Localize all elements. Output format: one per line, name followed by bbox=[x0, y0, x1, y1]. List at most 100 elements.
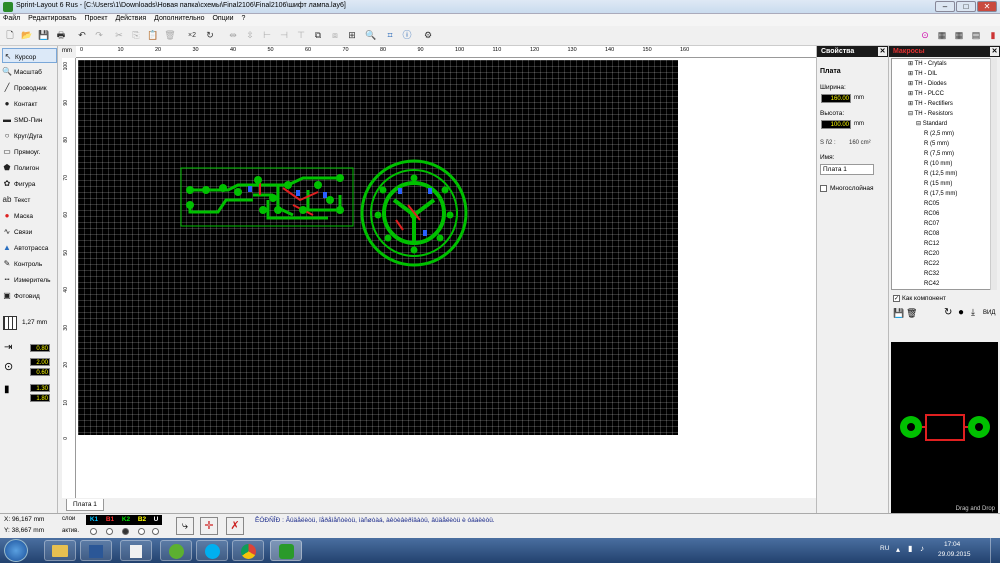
tool-photo[interactable]: ▣ Фотовид bbox=[2, 288, 57, 303]
close-button[interactable]: ✕ bbox=[977, 1, 997, 12]
tool-text[interactable]: ab Текст bbox=[2, 192, 57, 207]
copy-icon[interactable]: ⎘ bbox=[129, 29, 143, 42]
tool-shape[interactable]: ✿ Фигура bbox=[2, 176, 57, 191]
active-radio-k1[interactable] bbox=[90, 528, 97, 535]
macro-tree-item[interactable]: R (12,5 mm) bbox=[924, 170, 957, 179]
active-radio-k2[interactable] bbox=[122, 528, 129, 535]
layer-k2-icon[interactable]: ▦ bbox=[952, 29, 966, 42]
pcb-board[interactable] bbox=[78, 60, 678, 435]
skype-icon[interactable] bbox=[196, 540, 228, 561]
align-left-icon[interactable]: ⊢ bbox=[260, 29, 274, 42]
tab-board-1[interactable]: Плата 1 bbox=[66, 499, 104, 511]
track-mode-icon[interactable]: ⤷ bbox=[176, 517, 194, 535]
macro-tree-item[interactable]: R (5 mm) bbox=[924, 140, 949, 149]
delete-icon[interactable]: 🗑 bbox=[163, 29, 177, 42]
redo-icon[interactable]: ↷ bbox=[92, 29, 106, 42]
save-icon[interactable]: 💾 bbox=[893, 308, 904, 319]
macro-preview[interactable]: Drag and Drop bbox=[891, 342, 998, 514]
rotate-icon[interactable]: ↻ bbox=[944, 307, 952, 318]
align-right-icon[interactable]: ⊣ bbox=[277, 29, 291, 42]
tool-mask[interactable]: ● Маска bbox=[2, 208, 57, 223]
macro-tree-item[interactable]: RC06 bbox=[924, 210, 939, 219]
utorrent-icon[interactable] bbox=[160, 540, 192, 561]
download-icon[interactable]: ⤓ bbox=[971, 307, 975, 318]
tool-circle[interactable]: ○ Круг/Дуга bbox=[2, 128, 57, 143]
macros-tree[interactable]: ⊞ TH - Crytals ⊞ TH - DIL ⊞ TH - Diodes ⊞ T… bbox=[891, 58, 997, 290]
tray-arrow-icon[interactable]: ▴ bbox=[896, 545, 900, 554]
menu-file[interactable]: Файл bbox=[0, 14, 23, 23]
menu-help[interactable]: ? bbox=[239, 14, 249, 23]
macro-tree-item[interactable]: RC05 bbox=[924, 200, 939, 209]
pad-inner-input[interactable]: 0.60 bbox=[30, 368, 50, 376]
layer-b1[interactable]: B1 bbox=[102, 515, 118, 525]
ungroup-icon[interactable]: ⧈ bbox=[328, 29, 342, 42]
tool-track[interactable]: ╱ Проводник bbox=[2, 80, 57, 95]
sprint-layout-icon[interactable] bbox=[270, 540, 302, 561]
cut-icon[interactable]: ✂ bbox=[112, 29, 126, 42]
menu-project[interactable]: Проект bbox=[81, 14, 110, 23]
menu-options[interactable]: Опции bbox=[209, 14, 236, 23]
macro-tree-item[interactable]: ⊞ TH - Rectifiers bbox=[908, 100, 953, 109]
tool-smd[interactable]: ▬ SMD-Пин bbox=[2, 112, 57, 127]
layer-k2[interactable]: K2 bbox=[118, 515, 134, 525]
smd-height-input[interactable]: 1.80 bbox=[30, 394, 50, 402]
word-icon[interactable] bbox=[80, 540, 112, 561]
trash-icon[interactable]: 🗑 bbox=[906, 308, 917, 319]
language-indicator[interactable]: RU bbox=[880, 545, 889, 552]
tool-zoom[interactable]: 🔍 Масштаб bbox=[2, 64, 57, 79]
menu-extra[interactable]: Дополнительно bbox=[151, 14, 207, 23]
crosshair-icon[interactable]: ✛ bbox=[200, 517, 218, 535]
macro-tree-item[interactable]: RC12 bbox=[924, 240, 939, 249]
as-component-checkbox[interactable]: ✓ bbox=[893, 295, 900, 302]
save-icon[interactable]: 💾 bbox=[37, 29, 51, 42]
macro-tree-item[interactable]: ⊞ TH - PLCC bbox=[908, 90, 944, 99]
macro-tree-item[interactable]: R (10 mm) bbox=[924, 160, 952, 169]
rubberband-icon[interactable]: ✗ bbox=[226, 517, 244, 535]
gerber-icon[interactable]: ⚙ bbox=[421, 29, 435, 42]
tool-test[interactable]: ✎ Контроль bbox=[2, 256, 57, 271]
macro-tree-item[interactable]: R (7,5 mm) bbox=[924, 150, 954, 159]
group-icon[interactable]: ⧉ bbox=[311, 29, 325, 42]
pad-icon[interactable]: ● bbox=[958, 307, 964, 318]
print-icon[interactable]: 🖶 bbox=[54, 29, 68, 42]
new-file-icon[interactable]: 🗋 bbox=[3, 29, 17, 42]
view-button[interactable]: ВИД bbox=[983, 310, 995, 316]
smd-width-input[interactable]: 1.30 bbox=[30, 384, 50, 392]
show-desktop-button[interactable] bbox=[990, 538, 1000, 563]
snap-icon[interactable]: ⊞ bbox=[345, 29, 359, 42]
undo-icon[interactable]: ↶ bbox=[75, 29, 89, 42]
tool-rect[interactable]: ▭ Прямоуг. bbox=[2, 144, 57, 159]
export-icon[interactable]: ▮ bbox=[986, 29, 1000, 42]
layer-b2[interactable]: B2 bbox=[134, 515, 150, 525]
paste-icon[interactable]: 📋 bbox=[146, 29, 160, 42]
macro-tree-item[interactable]: RC20 bbox=[924, 250, 939, 259]
multilayer-checkbox[interactable] bbox=[820, 185, 827, 192]
tool-cursor[interactable]: ↖ Курсор bbox=[2, 48, 57, 63]
info-icon[interactable]: ⓘ bbox=[400, 29, 414, 42]
menu-actions[interactable]: Действия bbox=[113, 14, 150, 23]
active-radio-b2[interactable] bbox=[138, 528, 145, 535]
macro-tree-item[interactable]: R (2,5 mm) bbox=[924, 130, 954, 139]
tool-pad[interactable]: ● Контакт bbox=[2, 96, 57, 111]
macro-tree-item[interactable]: RC08 bbox=[924, 230, 939, 239]
tool-connection[interactable]: ∿ Связи bbox=[2, 224, 57, 239]
align-top-icon[interactable]: ⊤ bbox=[294, 29, 308, 42]
height-input[interactable]: 100.00 bbox=[821, 120, 851, 129]
component-icon[interactable]: ⊙ bbox=[918, 29, 932, 42]
active-radio-b1[interactable] bbox=[106, 528, 113, 535]
volume-icon[interactable]: ♪ bbox=[920, 544, 924, 553]
minimize-button[interactable]: – bbox=[935, 1, 955, 12]
pad-outer-input[interactable]: 2.00 bbox=[30, 358, 50, 366]
documents-icon[interactable] bbox=[120, 540, 152, 561]
start-button[interactable] bbox=[4, 539, 28, 562]
network-icon[interactable]: ▮ bbox=[908, 544, 912, 553]
macro-tree-item[interactable]: ⊟ Standard bbox=[916, 120, 947, 129]
tool-measure[interactable]: ┅ Измеритель bbox=[2, 272, 57, 287]
macro-tree-item[interactable]: RC42 bbox=[924, 280, 939, 289]
layer-k1-icon[interactable]: ▦ bbox=[935, 29, 949, 42]
maximize-button[interactable]: □ bbox=[956, 1, 976, 12]
mirror-v-icon[interactable]: ⇳ bbox=[243, 29, 257, 42]
chrome-icon[interactable] bbox=[232, 540, 264, 561]
tool-polygon[interactable]: ⬟ Полигон bbox=[2, 160, 57, 175]
macro-tree-item[interactable]: ⊟ TH - Resistors bbox=[908, 110, 953, 119]
